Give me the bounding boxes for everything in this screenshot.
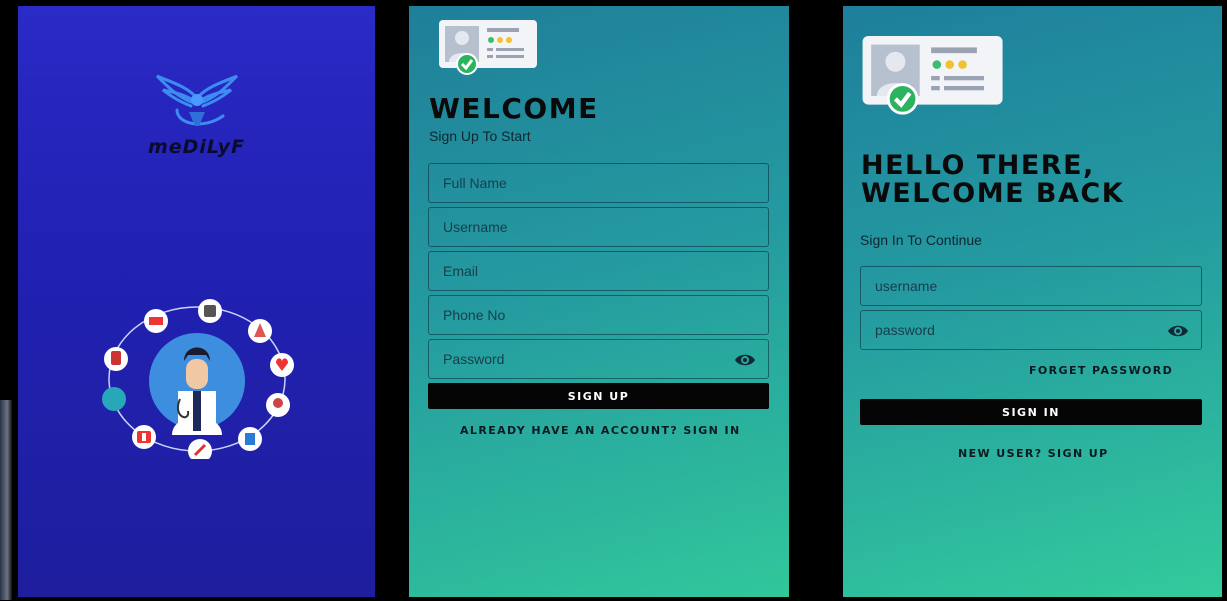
full-name-field[interactable] (428, 163, 769, 203)
brand-name: meDiLyF (147, 136, 246, 158)
splash-screen: meDiLyF (18, 6, 375, 597)
doctor-illustration (100, 299, 295, 463)
email-field[interactable] (428, 251, 769, 291)
username-field[interactable] (860, 266, 1202, 306)
background-edge-decoration (0, 400, 12, 600)
id-card-icon (862, 36, 1003, 115)
signup-screen: WELCOME Sign Up To Start SIGN UP ALREADY… (409, 6, 789, 597)
password-input[interactable] (861, 311, 1201, 349)
eye-icon[interactable] (1167, 323, 1189, 339)
sign-up-button[interactable]: SIGN UP (428, 383, 769, 409)
page-subtitle: Sign Up To Start (429, 128, 531, 144)
winged-caduceus-icon (155, 74, 238, 126)
eye-icon[interactable] (734, 352, 756, 368)
email-input[interactable] (429, 252, 768, 290)
password-input[interactable] (429, 340, 768, 378)
phone-input[interactable] (429, 296, 768, 334)
username-field[interactable] (428, 207, 769, 247)
title-line-1: HELLO THERE, (861, 150, 1095, 181)
id-card-icon (439, 20, 537, 75)
app-logo (18, 66, 375, 140)
sign-up-link[interactable]: NEW USER? SIGN UP (958, 447, 1109, 460)
full-name-input[interactable] (429, 164, 768, 202)
page-title: HELLO THERE, WELCOME BACK (861, 150, 1125, 210)
title-line-2: WELCOME BACK (861, 178, 1125, 210)
sign-in-button[interactable]: SIGN IN (860, 399, 1202, 425)
username-input[interactable] (861, 267, 1201, 305)
phone-field[interactable] (428, 295, 769, 335)
password-field[interactable] (860, 310, 1202, 350)
password-field[interactable] (428, 339, 769, 379)
forgot-password-link[interactable]: FORGET PASSWORD (1029, 364, 1173, 377)
page-subtitle: Sign In To Continue (860, 232, 982, 248)
page-title: WELCOME (429, 92, 599, 125)
username-input[interactable] (429, 208, 768, 246)
sign-in-link[interactable]: ALREADY HAVE AN ACCOUNT? SIGN IN (460, 424, 741, 437)
signin-screen: HELLO THERE, WELCOME BACK Sign In To Con… (843, 6, 1222, 597)
